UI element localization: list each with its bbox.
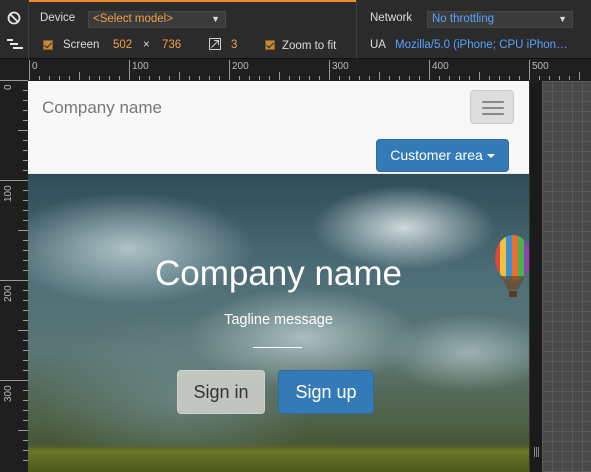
sign-up-button[interactable]: Sign up [278,370,374,414]
media-query-icon[interactable] [7,38,23,50]
hamburger-icon-bar [482,101,504,103]
caret-down-icon [486,154,495,159]
device-pixel-ratio-input[interactable]: 3 [231,39,237,51]
horizontal-ruler-ticks [29,60,580,80]
canvas-grid-background [542,81,591,472]
network-label: Network [370,12,413,24]
emulated-viewport: Company name Customer area Company name … [28,81,529,472]
resize-grip-icon[interactable] [534,447,539,457]
hero-title: Company name [154,254,403,293]
vertical-ruler-ticks [0,80,28,461]
screen-height-input[interactable]: 736 [162,39,181,51]
hamburger-icon-bar [482,107,504,109]
customer-area-label: Customer area [390,147,483,163]
ruler-top-label: 500 [532,61,549,72]
network-select-value: No throttling [432,13,495,25]
ruler-left-label: 300 [3,385,14,402]
network-select[interactable]: No throttling ▼ [427,11,573,28]
screen-width-input[interactable]: 502 [113,39,132,51]
ruler-top-label: 200 [232,61,249,72]
ruler-top-label: 300 [332,61,349,72]
device-select-value: <Select model> [93,13,173,25]
ruler-left-label: 100 [3,185,14,202]
screen-checkbox[interactable] [43,40,53,50]
hero-divider [253,347,302,348]
chevron-down-icon: ▼ [558,14,567,24]
hero-ground [28,444,529,472]
navbar-brand[interactable]: Company name [42,98,162,118]
block-icon[interactable] [7,11,21,25]
sign-in-button[interactable]: Sign in [177,370,265,414]
ruler-top-label: 100 [132,61,149,72]
ruler-top-label: 0 [32,61,38,72]
vertical-ruler: 0 100 200 300 [0,80,28,472]
horizontal-ruler: 0 100 200 300 400 500 [29,60,591,80]
zoom-to-fit-checkbox[interactable] [265,40,275,50]
toolbar-left-column [0,0,29,59]
hamburger-icon-bar [482,113,504,115]
hero-section: Company name Tagline message Sign in Sig… [28,174,529,472]
accent-strip [29,0,356,2]
chevron-down-icon: ▼ [211,14,220,24]
user-agent-input[interactable]: Mozilla/5.0 (iPhone; CPU iPhon… [395,39,569,51]
device-label: Device [40,12,76,24]
navbar-toggle-button[interactable] [470,90,514,124]
devtools-toolbar: Device <Select model> ▼ Screen 502 × 736… [0,0,591,59]
ruler-top-label: 400 [432,61,449,72]
zoom-to-fit-label: Zoom to fit [282,40,337,52]
ruler-left-label: 200 [3,285,14,302]
toolbar-divider [356,0,357,59]
ruler-left-label: 0 [3,84,14,90]
ua-label: UA [370,39,386,51]
viewport-resize-handle[interactable] [529,81,542,472]
device-pixel-ratio-icon [209,38,221,50]
device-select[interactable]: <Select model> ▼ [88,11,226,28]
hero-tagline: Tagline message [224,312,333,328]
customer-area-dropdown-button[interactable]: Customer area [376,139,509,172]
screen-times-sign: × [143,39,150,51]
screen-label: Screen [63,39,100,51]
navbar: Company name Customer area [28,81,529,174]
